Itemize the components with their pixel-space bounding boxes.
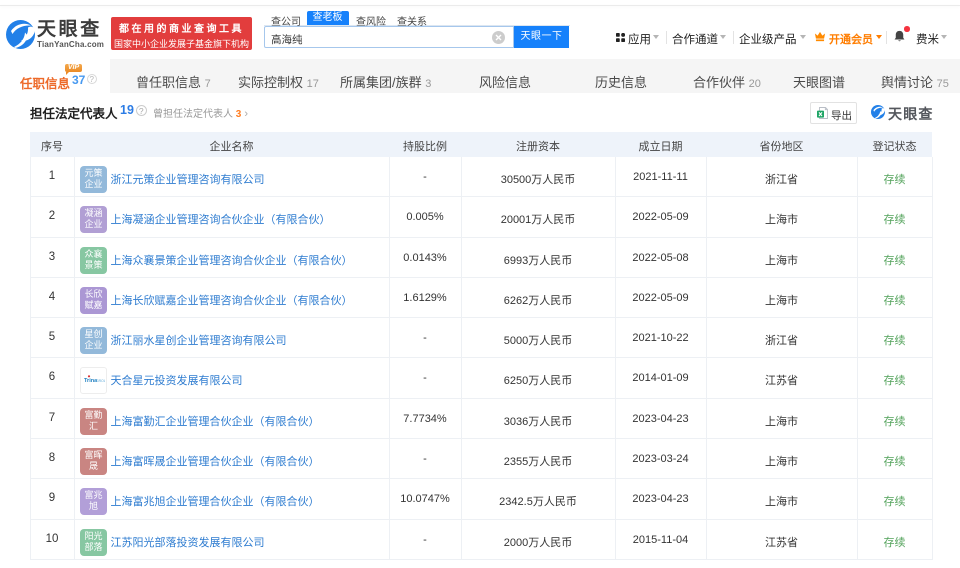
svg-text:GROUP: GROUP — [96, 379, 105, 383]
